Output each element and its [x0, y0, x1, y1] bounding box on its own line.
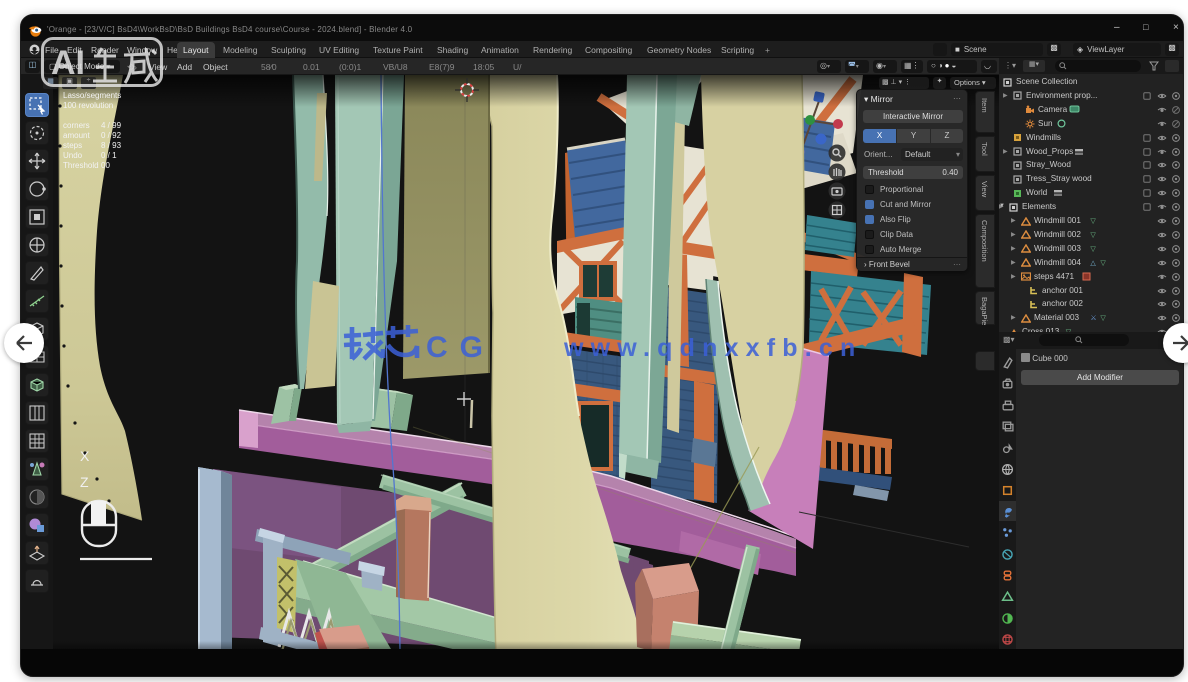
svg-text:8 / 93: 8 / 93 — [101, 141, 122, 150]
svg-text:Z: Z — [80, 474, 89, 490]
svg-text:amount: amount — [63, 131, 90, 140]
svg-text:0 / 1: 0 / 1 — [101, 151, 117, 160]
svg-text:0 / 92: 0 / 92 — [101, 131, 122, 140]
svg-text:X: X — [80, 448, 90, 464]
svg-text:corners: corners — [63, 121, 90, 130]
svg-text:Undo: Undo — [63, 151, 83, 160]
svg-text:100 revolution: 100 revolution — [63, 101, 113, 110]
svg-text:Lasso/segments: Lasso/segments — [63, 91, 121, 100]
svg-text:www.qdnxxfb.cn: www.qdnxxfb.cn — [563, 334, 863, 362]
svg-text:CG: CG — [426, 331, 495, 364]
svg-text:00: 00 — [101, 161, 110, 170]
svg-text:steps: steps — [63, 141, 82, 150]
svg-text:Threshold: Threshold — [63, 161, 99, 170]
svg-text:4 / 99: 4 / 99 — [101, 121, 122, 130]
